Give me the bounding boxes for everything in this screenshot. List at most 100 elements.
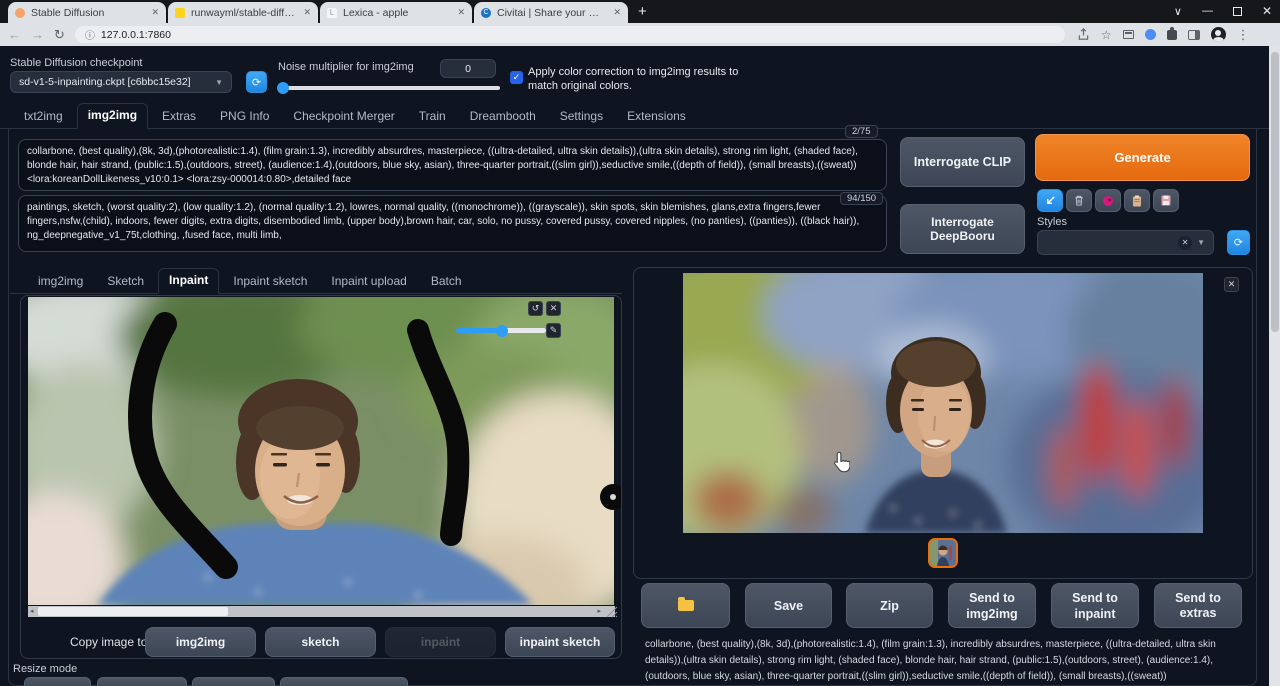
clear-prompt-trash-icon[interactable] (1066, 189, 1092, 212)
noise-multiplier-slider[interactable] (278, 86, 500, 90)
send-to-extras-button[interactable]: Send to extras (1154, 583, 1242, 628)
tab-settings[interactable]: Settings (550, 105, 613, 128)
tab-checkpoint-merger[interactable]: Checkpoint Merger (283, 105, 404, 128)
profile-avatar[interactable] (1211, 27, 1226, 42)
scroll-right-arrow-icon[interactable]: ▸ (597, 607, 601, 615)
kebab-menu-icon[interactable]: ⋮ (1237, 28, 1250, 41)
tab-close-icon[interactable]: ✕ (303, 7, 311, 18)
site-info-icon[interactable]: ⓘ (85, 27, 95, 42)
tab-extras[interactable]: Extras (152, 105, 206, 128)
extra-networks-palette-icon[interactable] (1095, 189, 1121, 212)
page-vertical-scrollbar[interactable] (1269, 46, 1280, 686)
generation-info-text: collarbone, (best quality),(8k, 3d),(pho… (645, 637, 1245, 686)
resize-option-button[interactable] (97, 677, 187, 686)
prompt-input[interactable]: collarbone, (best quality),(8k, 3d),(pho… (18, 139, 887, 191)
color-correction-checkbox[interactable]: ✓ (510, 71, 523, 84)
window-minimize-button[interactable]: — (1202, 5, 1213, 17)
apply-style-clipboard-icon[interactable] (1124, 189, 1150, 212)
tab-close-icon[interactable]: ✕ (613, 7, 621, 18)
copy-to-img2img-button[interactable]: img2img (145, 627, 256, 657)
scrollbar-thumb[interactable] (1271, 52, 1279, 332)
slider-handle[interactable] (277, 82, 289, 94)
resize-option-button[interactable] (192, 677, 275, 686)
share-icon[interactable] (1077, 28, 1090, 41)
zip-button[interactable]: Zip (846, 583, 933, 628)
send-to-inpaint-button[interactable]: Send to inpaint (1051, 583, 1139, 628)
tab-txt2img[interactable]: txt2img (14, 105, 73, 128)
brush-cursor (600, 484, 622, 510)
tab-mode-inpaint-sketch[interactable]: Inpaint sketch (223, 270, 317, 293)
clear-image-icon[interactable]: ✕ (546, 301, 561, 316)
interrogate-clip-button[interactable]: Interrogate CLIP (900, 137, 1025, 187)
toolbar-icons: ☆ ⋮ (1077, 27, 1250, 42)
chrome-menu-chevron-icon[interactable]: ∨ (1174, 5, 1182, 18)
extension-blue-icon[interactable] (1145, 29, 1156, 40)
scroll-left-arrow-icon[interactable]: ◂ (30, 607, 34, 615)
resize-option-button[interactable] (280, 677, 408, 686)
interrogate-deepbooru-button[interactable]: Interrogate DeepBooru (900, 204, 1025, 254)
tab-close-icon[interactable]: ✕ (151, 7, 159, 18)
canvas-horizontal-scrollbar[interactable]: ◂ ▸ (28, 606, 615, 617)
tab-train[interactable]: Train (409, 105, 456, 128)
negative-prompt-input[interactable]: paintings, sketch, (worst quality:2), (l… (18, 195, 887, 252)
inpaint-canvas-image[interactable] (28, 297, 614, 605)
reload-icon[interactable]: ↻ (54, 28, 65, 41)
tab-mode-sketch[interactable]: Sketch (97, 270, 154, 293)
copy-to-inpaint-sketch-button[interactable]: inpaint sketch (505, 627, 615, 657)
send-to-img2img-button[interactable]: Send to img2img (948, 583, 1036, 628)
scrollbar-thumb[interactable] (38, 607, 228, 616)
sidebar-icon[interactable] (1188, 30, 1200, 40)
brush-color-pencil-icon[interactable]: ✎ (546, 323, 561, 338)
checkpoint-select[interactable]: sd-v1-5-inpainting.ckpt [c6bbc15e32] ▼ (10, 71, 232, 93)
tab-extensions[interactable]: Extensions (617, 105, 696, 128)
screen: Stable Diffusion ✕ runwayml/stable-diffu… (0, 0, 1280, 686)
folder-icon (678, 600, 694, 611)
save-button[interactable]: Save (745, 583, 832, 628)
open-folder-button[interactable] (641, 583, 730, 628)
save-style-floppy-icon[interactable] (1153, 189, 1179, 212)
noise-multiplier-label: Noise multiplier for img2img (278, 61, 414, 73)
tab-img2img[interactable]: img2img (77, 103, 148, 129)
tab-mode-batch[interactable]: Batch (421, 270, 472, 293)
back-icon[interactable]: ← (8, 28, 21, 41)
paste-arrow-icon[interactable] (1037, 189, 1063, 212)
tab-dreambooth[interactable]: Dreambooth (460, 105, 546, 128)
color-correction-label[interactable]: Apply color correction to img2img result… (528, 65, 740, 93)
extensions-puzzle-icon[interactable] (1167, 30, 1177, 40)
tab-mode-img2img[interactable]: img2img (28, 270, 93, 293)
undo-icon[interactable]: ↺ (528, 301, 543, 316)
gallery-thumbnail-selected[interactable] (928, 538, 958, 568)
output-image[interactable] (683, 273, 1203, 533)
refresh-checkpoint-button[interactable]: ⟳ (246, 71, 267, 93)
tab-mode-inpaint-upload[interactable]: Inpaint upload (321, 270, 416, 293)
browser-tab-civitai[interactable]: C Civitai | Share your models ✕ (474, 2, 628, 23)
browser-tab-title: Stable Diffusion (31, 7, 145, 19)
forward-icon[interactable]: → (31, 28, 44, 41)
new-tab-button[interactable]: + (638, 3, 647, 20)
address-bar[interactable]: ⓘ 127.0.0.1:7860 (75, 26, 1065, 43)
browser-tab-stable-diffusion[interactable]: Stable Diffusion ✕ (8, 2, 166, 23)
resize-grip-icon[interactable] (606, 606, 618, 618)
close-gallery-icon[interactable]: ✕ (1224, 277, 1239, 292)
extension-grid-icon[interactable] (1123, 30, 1134, 39)
window-restore-button[interactable] (1233, 7, 1242, 16)
noise-multiplier-value[interactable]: 0 (440, 59, 496, 78)
browser-tab-lexica[interactable]: L Lexica - apple ✕ (320, 2, 472, 23)
slider-handle[interactable] (496, 325, 508, 337)
thumbnail-image (930, 540, 956, 566)
bookmark-star-icon[interactable]: ☆ (1101, 29, 1112, 41)
tab-mode-inpaint[interactable]: Inpaint (158, 268, 219, 294)
tab-close-icon[interactable]: ✕ (457, 7, 465, 18)
clear-styles-icon[interactable]: ✕ (1178, 236, 1192, 250)
browser-tab-title: Lexica - apple (343, 7, 451, 19)
browser-tab-runwayml[interactable]: runwayml/stable-diffusion-inpa ✕ (168, 2, 318, 23)
refresh-styles-button[interactable]: ⟳ (1227, 230, 1250, 255)
styles-select[interactable]: ✕ ▼ (1037, 230, 1214, 255)
window-close-button[interactable]: ✕ (1262, 4, 1272, 18)
brush-size-slider[interactable] (456, 328, 546, 333)
tab-png-info[interactable]: PNG Info (210, 105, 279, 128)
generate-button[interactable]: Generate (1035, 134, 1250, 181)
copy-to-sketch-button[interactable]: sketch (265, 627, 376, 657)
resize-option-button[interactable] (24, 677, 91, 686)
gradio-favicon (15, 8, 25, 18)
